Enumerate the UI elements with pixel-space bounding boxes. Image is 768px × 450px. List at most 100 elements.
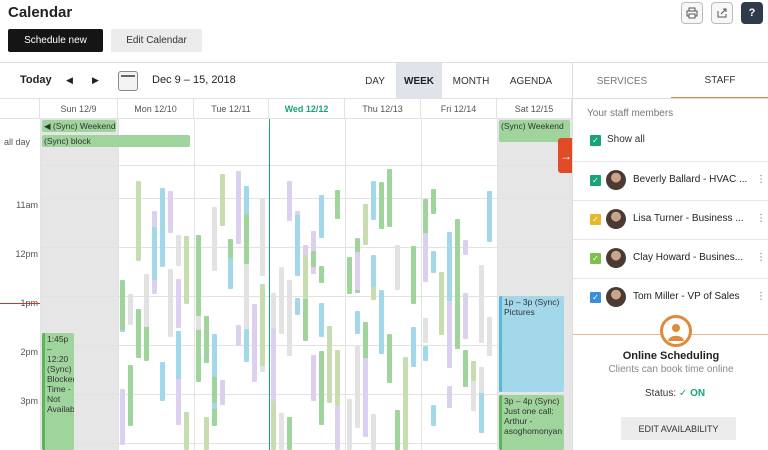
more-options-icon[interactable]: ⋮ bbox=[756, 291, 766, 302]
event-stripe[interactable] bbox=[279, 267, 284, 334]
event-stripe[interactable] bbox=[463, 350, 468, 387]
staff-checkbox[interactable]: ✓ bbox=[590, 253, 601, 264]
event-stripe[interactable] bbox=[355, 252, 360, 290]
day-header-mon[interactable]: Mon 12/10 bbox=[118, 98, 194, 119]
view-tab-month[interactable]: MONTH bbox=[444, 63, 498, 99]
event-stripe[interactable] bbox=[423, 318, 428, 343]
event-stripe[interactable] bbox=[120, 280, 125, 330]
event-stripe[interactable] bbox=[479, 265, 484, 343]
event-stripe[interactable] bbox=[319, 303, 324, 337]
event-stripe[interactable] bbox=[128, 365, 133, 426]
event-stripe[interactable] bbox=[295, 215, 300, 276]
more-options-icon[interactable]: ⋮ bbox=[756, 174, 766, 185]
event-stripe[interactable] bbox=[447, 386, 452, 408]
event-stripe[interactable] bbox=[371, 414, 376, 450]
event-stripe[interactable] bbox=[479, 367, 484, 393]
day-header-wed[interactable]: Wed 12/12 bbox=[269, 98, 345, 119]
event-stripe[interactable] bbox=[455, 282, 460, 349]
event-stripe[interactable] bbox=[363, 358, 368, 437]
event-stripe[interactable] bbox=[447, 232, 452, 301]
event-stripe[interactable] bbox=[220, 380, 225, 405]
event-stripe[interactable] bbox=[228, 258, 233, 289]
event-stripe[interactable] bbox=[379, 182, 384, 229]
event-stripe[interactable] bbox=[287, 181, 292, 221]
event-stripe[interactable] bbox=[335, 406, 340, 450]
week-grid[interactable]: all day 11am 12pm 1pm 2pm 3pm ◀ (Sync) W… bbox=[0, 119, 572, 450]
allday-event[interactable]: (Sync) block bbox=[42, 135, 190, 147]
event-stripe[interactable] bbox=[347, 257, 352, 294]
schedule-new-button[interactable]: Schedule new bbox=[8, 29, 103, 52]
event-stripe[interactable] bbox=[236, 325, 241, 346]
event-stripe[interactable] bbox=[487, 317, 492, 356]
event-stripe[interactable] bbox=[319, 351, 324, 425]
day-header-fri[interactable]: Fri 12/14 bbox=[421, 98, 497, 119]
event-stripe[interactable] bbox=[204, 417, 209, 450]
event-stripe[interactable] bbox=[363, 322, 368, 363]
event-stripe[interactable] bbox=[423, 199, 428, 236]
event-stripe[interactable] bbox=[379, 300, 384, 354]
staff-checkbox[interactable]: ✓ bbox=[590, 214, 601, 225]
event-stripe[interactable] bbox=[212, 207, 217, 271]
event-stripe[interactable] bbox=[152, 227, 157, 280]
event-stripe[interactable] bbox=[303, 255, 308, 299]
event-stripe[interactable] bbox=[168, 191, 173, 209]
view-tab-week[interactable]: WEEK bbox=[396, 63, 442, 99]
event-stripe[interactable] bbox=[363, 204, 368, 245]
event-stripe[interactable] bbox=[128, 294, 133, 325]
event-stripe[interactable] bbox=[287, 417, 292, 450]
staff-row[interactable]: ✓ Clay Howard - Busines... ⋮ bbox=[573, 239, 768, 277]
help-icon[interactable]: ? bbox=[741, 2, 763, 24]
event-stripe[interactable] bbox=[244, 329, 249, 362]
event-stripe[interactable] bbox=[260, 199, 265, 276]
event-stripe[interactable] bbox=[120, 389, 125, 445]
event-stripe[interactable] bbox=[160, 188, 165, 267]
event-stripe[interactable] bbox=[371, 181, 376, 220]
prev-arrow-icon[interactable]: ◀ bbox=[66, 75, 73, 86]
staff-row[interactable]: ✓ Beverly Ballard - HVAC ... ⋮ bbox=[573, 161, 768, 199]
more-options-icon[interactable]: ⋮ bbox=[756, 213, 766, 224]
event-stripe[interactable] bbox=[387, 334, 392, 383]
event-stripe[interactable] bbox=[204, 316, 209, 363]
event-stripe[interactable] bbox=[463, 240, 468, 255]
print-icon[interactable] bbox=[681, 2, 703, 24]
event-pictures[interactable]: 1p – 3p (Sync) Pictures bbox=[499, 296, 564, 392]
event-stripe[interactable] bbox=[411, 246, 416, 304]
event-stripe[interactable] bbox=[431, 251, 436, 273]
staff-row[interactable]: ✓ Tom Miller - VP of Sales ⋮ bbox=[573, 278, 768, 316]
event-stripe[interactable] bbox=[431, 189, 436, 214]
event-stripe[interactable] bbox=[279, 413, 284, 450]
day-header-sat[interactable]: Sat 12/15 bbox=[497, 98, 572, 119]
event-stripe[interactable] bbox=[423, 346, 428, 361]
tab-services[interactable]: SERVICES bbox=[573, 63, 671, 99]
staff-checkbox[interactable]: ✓ bbox=[590, 292, 601, 303]
event-stripe[interactable] bbox=[403, 357, 408, 411]
event-stripe[interactable] bbox=[387, 169, 392, 227]
day-header-thu[interactable]: Thu 12/13 bbox=[345, 98, 421, 119]
event-stripe[interactable] bbox=[244, 253, 249, 333]
more-options-icon[interactable]: ⋮ bbox=[756, 252, 766, 263]
event-stripe[interactable] bbox=[311, 251, 316, 267]
date-picker-icon[interactable] bbox=[118, 71, 138, 91]
event-stripe[interactable] bbox=[236, 171, 241, 238]
event-stripe[interactable] bbox=[355, 311, 360, 334]
tab-staff[interactable]: STAFF bbox=[671, 63, 768, 99]
event-stripe[interactable] bbox=[176, 279, 181, 328]
event-stripe[interactable] bbox=[395, 245, 400, 290]
event-stripe[interactable] bbox=[271, 328, 276, 401]
edit-availability-button[interactable]: EDIT AVAILABILITY bbox=[621, 417, 736, 440]
event-stripe[interactable] bbox=[471, 361, 476, 381]
event-stripe[interactable] bbox=[184, 236, 189, 304]
event-stripe[interactable] bbox=[463, 293, 468, 339]
day-header-tue[interactable]: Tue 12/11 bbox=[194, 98, 269, 119]
event-stripe[interactable] bbox=[335, 190, 340, 219]
event-stripe[interactable] bbox=[311, 355, 316, 401]
event-stripe[interactable] bbox=[303, 311, 308, 331]
event-stripe[interactable] bbox=[136, 309, 141, 358]
staff-row[interactable]: ✓ Lisa Turner - Business ... ⋮ bbox=[573, 200, 768, 238]
event-stripe[interactable] bbox=[160, 362, 165, 401]
event-stripe[interactable] bbox=[411, 327, 416, 367]
view-tab-agenda[interactable]: AGENDA bbox=[500, 63, 562, 99]
event-stripe[interactable] bbox=[371, 255, 376, 287]
event-stripe[interactable] bbox=[487, 191, 492, 242]
view-tab-day[interactable]: DAY bbox=[355, 63, 395, 99]
